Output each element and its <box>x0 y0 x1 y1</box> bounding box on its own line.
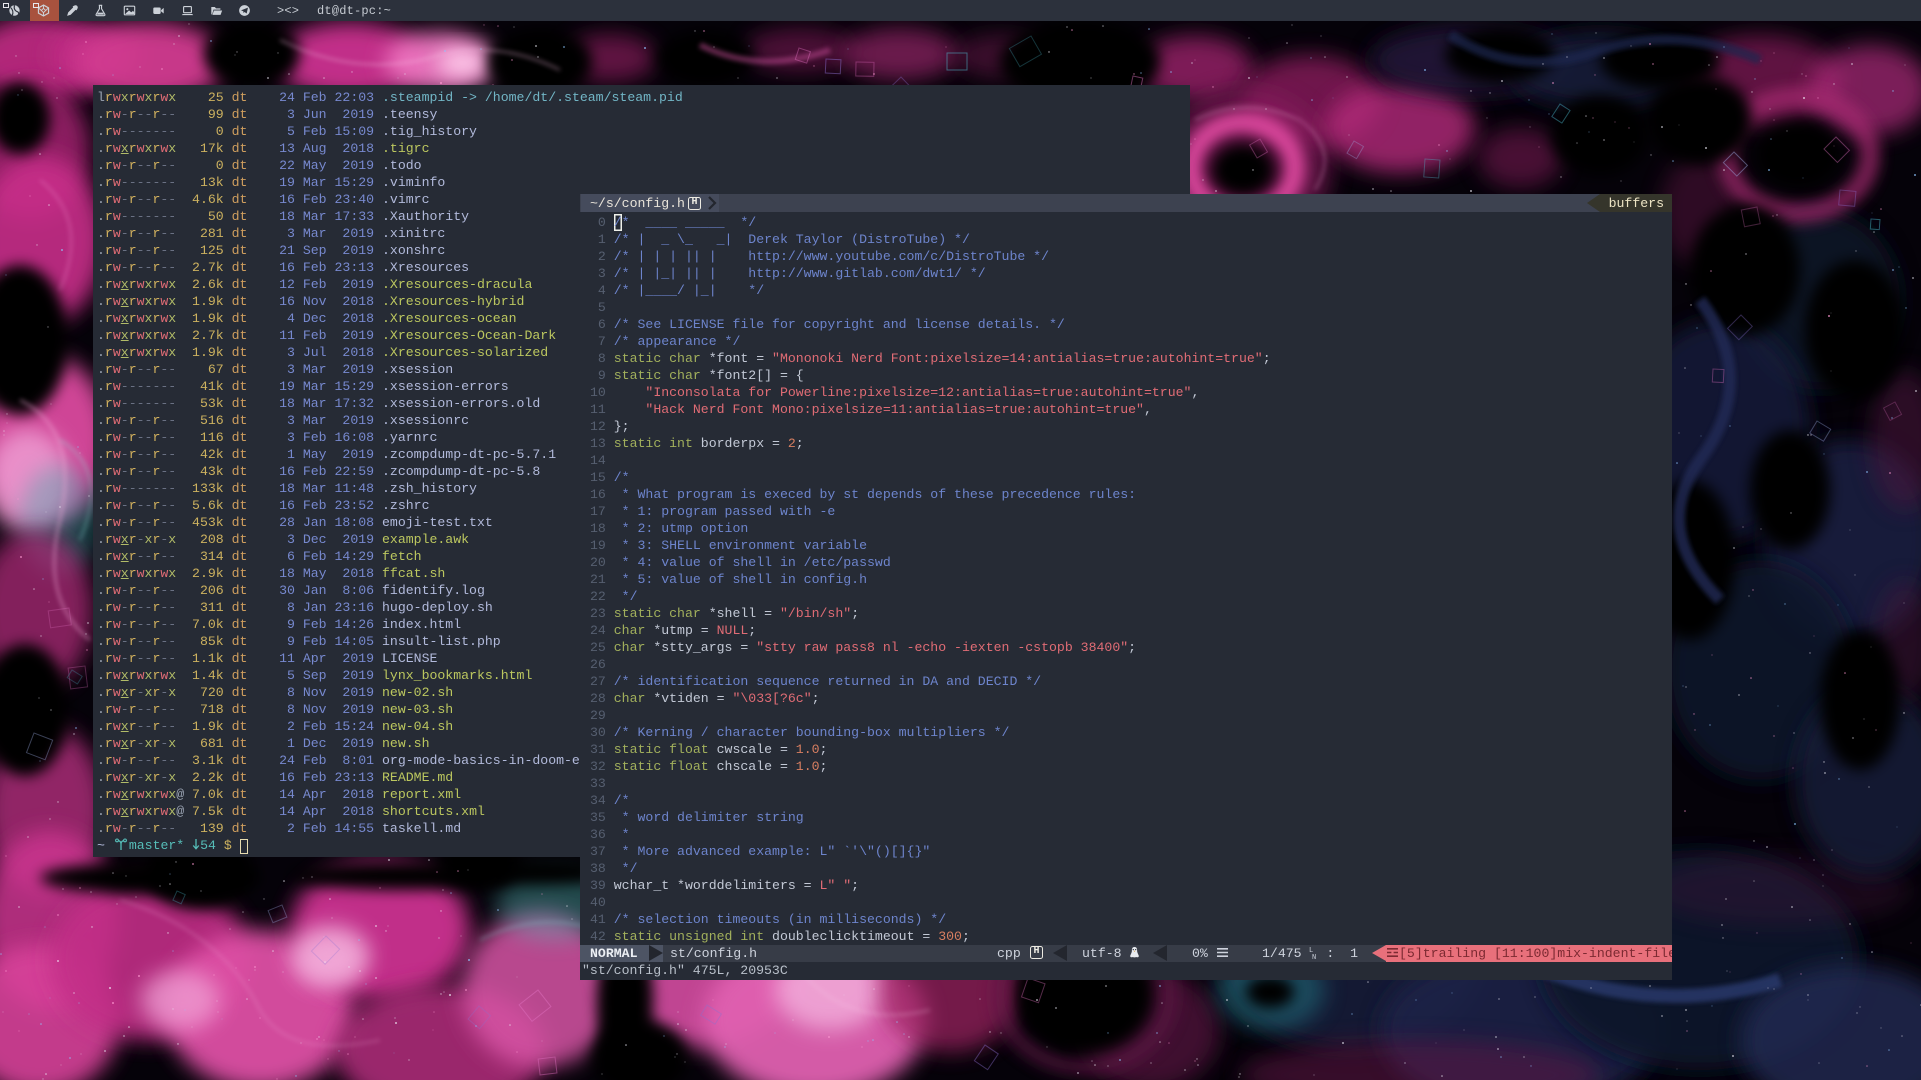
svg-text:N: N <box>1312 954 1316 960</box>
